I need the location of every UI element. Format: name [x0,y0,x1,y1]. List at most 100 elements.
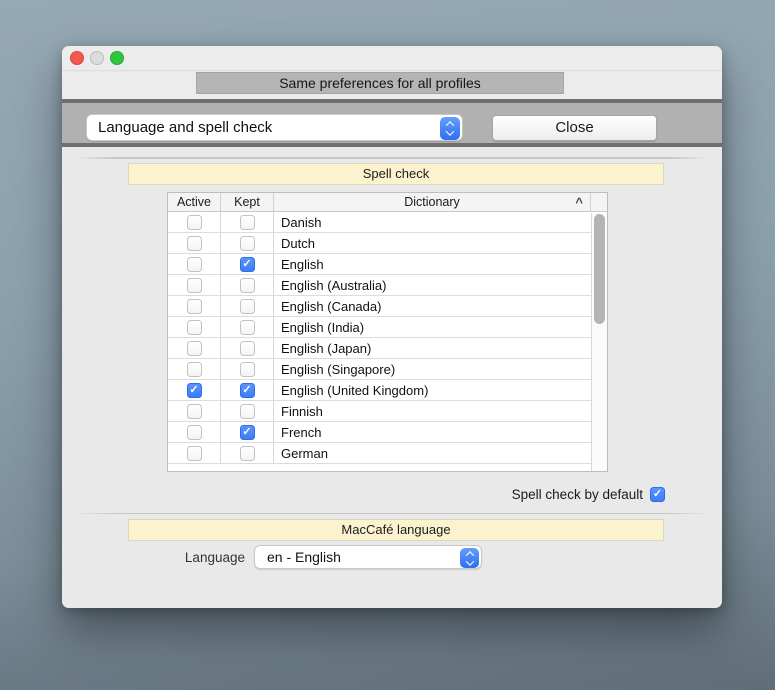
active-cell [168,254,221,274]
column-header-dictionary-label: Dictionary [404,195,460,209]
kept-cell [221,296,274,316]
active-cell [168,233,221,253]
dictionary-cell-label: English (United Kingdom) [281,383,428,398]
dictionary-cell-label: Finnish [281,404,323,419]
table-row[interactable]: Dutch [168,233,591,254]
spell-check-default-label: Spell check by default [512,486,643,503]
dictionary-cell-label: English (Canada) [281,299,381,314]
kept-cell [221,380,274,400]
table-row[interactable]: English (Japan) [168,338,591,359]
stepper-icon [440,117,460,140]
sort-ascending-icon: ^ [575,194,583,211]
scrollbar-thumb[interactable] [594,214,605,324]
active-cell [168,380,221,400]
kept-checkbox[interactable] [240,425,255,440]
kept-checkbox[interactable] [240,215,255,230]
language-section-header: MacCafé language [128,519,664,541]
active-checkbox[interactable] [187,257,202,272]
active-checkbox[interactable] [187,236,202,251]
kept-checkbox[interactable] [240,299,255,314]
kept-cell [221,359,274,379]
kept-checkbox[interactable] [240,320,255,335]
dictionary-cell: French [274,422,591,442]
dictionary-cell-label: German [281,446,328,461]
kept-checkbox[interactable] [240,362,255,377]
dictionary-cell: English (India) [274,317,591,337]
active-checkbox[interactable] [187,425,202,440]
traffic-lights [70,51,124,65]
active-cell [168,401,221,421]
kept-cell [221,422,274,442]
kept-checkbox[interactable] [240,278,255,293]
table-row[interactable]: French [168,422,591,443]
dictionary-cell-label: Dutch [281,236,315,251]
language-dropdown[interactable]: en - English [254,545,482,569]
column-header-dictionary[interactable]: Dictionary ^ [274,193,591,211]
kept-checkbox[interactable] [240,383,255,398]
kept-checkbox[interactable] [240,341,255,356]
title-bar[interactable] [62,46,722,71]
kept-checkbox[interactable] [240,446,255,461]
language-label: Language [167,550,245,565]
active-cell [168,443,221,463]
column-header-spacer [591,193,607,211]
language-dropdown-value: en - English [255,546,481,568]
table-row[interactable]: Finnish [168,401,591,422]
close-traffic-light[interactable] [70,51,84,65]
kept-cell [221,275,274,295]
table-row[interactable]: German [168,443,591,464]
toolbar: Language and spell check Close [62,99,722,147]
divider [75,157,709,159]
table-row[interactable]: Danish [168,212,591,233]
dictionary-cell: English (Canada) [274,296,591,316]
active-checkbox[interactable] [187,446,202,461]
dictionary-cell: Dutch [274,233,591,253]
table-row[interactable]: English (Canada) [168,296,591,317]
active-checkbox[interactable] [187,215,202,230]
active-cell [168,338,221,358]
content-area: Spell check Active Kept Dictionary ^ Dan… [62,147,722,608]
dictionary-cell: English [274,254,591,274]
kept-checkbox[interactable] [240,236,255,251]
dictionary-cell-label: French [281,425,321,440]
table-row[interactable]: English (India) [168,317,591,338]
active-checkbox[interactable] [187,278,202,293]
active-checkbox[interactable] [187,299,202,314]
zoom-traffic-light[interactable] [110,51,124,65]
dictionary-cell-label: Danish [281,215,321,230]
chevron-down-icon [465,557,473,565]
close-button[interactable]: Close [492,115,657,141]
kept-cell [221,233,274,253]
active-checkbox[interactable] [187,383,202,398]
column-header-active[interactable]: Active [168,193,221,211]
dictionary-cell: English (Japan) [274,338,591,358]
column-header-kept[interactable]: Kept [221,193,274,211]
active-cell [168,275,221,295]
active-cell [168,317,221,337]
dictionary-cell-label: English (Singapore) [281,362,395,377]
table-row[interactable]: English [168,254,591,275]
dictionary-table: Active Kept Dictionary ^ Danish D [167,192,608,472]
spell-check-default-row: Spell check by default [512,486,665,503]
table-row[interactable]: English (Australia) [168,275,591,296]
preference-section-dropdown[interactable]: Language and spell check [86,114,463,141]
table-row[interactable]: English (United Kingdom) [168,380,591,401]
active-checkbox[interactable] [187,341,202,356]
preference-section-value: Language and spell check [87,115,462,140]
kept-cell [221,401,274,421]
kept-checkbox[interactable] [240,257,255,272]
kept-checkbox[interactable] [240,404,255,419]
active-checkbox[interactable] [187,362,202,377]
table-header-row: Active Kept Dictionary ^ [168,193,607,212]
spell-check-section-header: Spell check [128,163,664,185]
active-checkbox[interactable] [187,320,202,335]
active-checkbox[interactable] [187,404,202,419]
same-preferences-button[interactable]: Same preferences for all profiles [196,72,564,94]
spell-check-default-checkbox[interactable] [650,487,665,502]
dictionary-cell: German [274,443,591,463]
kept-cell [221,254,274,274]
table-scrollbar[interactable] [591,213,607,471]
table-row[interactable]: English (Singapore) [168,359,591,380]
language-row: Language en - English [167,545,482,569]
minimize-traffic-light[interactable] [90,51,104,65]
